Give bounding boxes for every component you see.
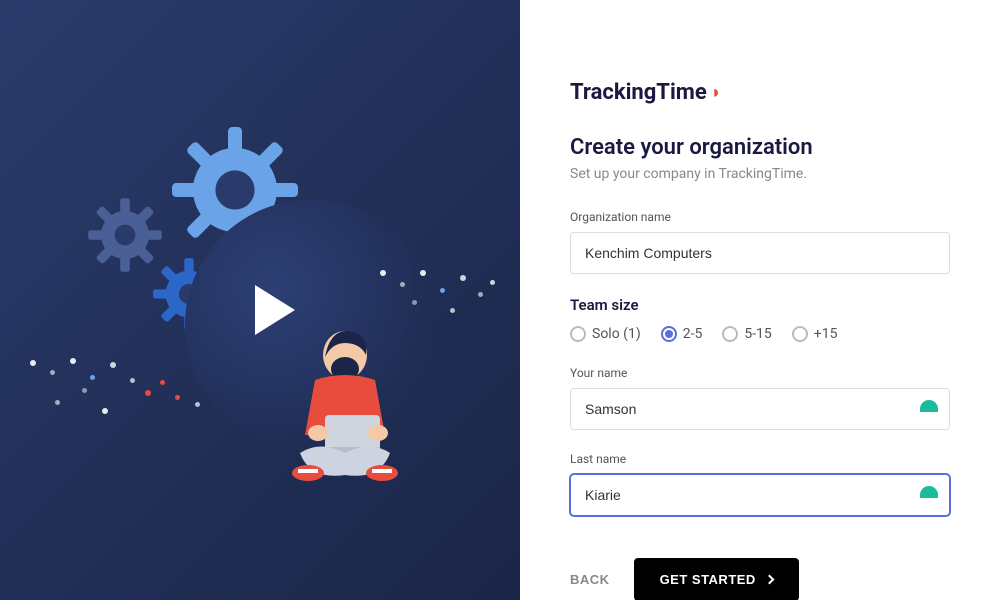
team-size-label: Team size bbox=[570, 296, 950, 314]
org-name-input[interactable] bbox=[570, 232, 950, 274]
firstname-input[interactable] bbox=[570, 388, 950, 430]
team-size-option-label: 5-15 bbox=[744, 326, 771, 342]
page-title: Create your organization bbox=[570, 135, 950, 160]
team-size-option-label: 2-5 bbox=[683, 326, 703, 342]
team-size-option-5-15[interactable]: 5-15 bbox=[722, 326, 771, 342]
form-panel: TrackingTime ◗ Create your organization … bbox=[520, 0, 1000, 600]
autofill-icon bbox=[920, 400, 938, 412]
team-size-group: Solo (1) 2-5 5-15 +15 bbox=[570, 326, 950, 342]
chevron-right-icon bbox=[764, 575, 774, 585]
lastname-input[interactable] bbox=[570, 474, 950, 516]
lastname-label: Last name bbox=[570, 452, 950, 466]
team-size-option-label: Solo (1) bbox=[592, 326, 641, 342]
get-started-label: GET STARTED bbox=[660, 572, 756, 587]
illustration-panel bbox=[0, 0, 520, 600]
page-subtitle: Set up your company in TrackingTime. bbox=[570, 166, 950, 182]
team-size-option-solo[interactable]: Solo (1) bbox=[570, 326, 641, 342]
get-started-button[interactable]: GET STARTED bbox=[634, 558, 799, 600]
autofill-icon bbox=[920, 486, 938, 498]
brand-accent-icon: ◗ bbox=[711, 82, 722, 103]
firstname-label: Your name bbox=[570, 366, 950, 380]
org-name-label: Organization name bbox=[570, 210, 950, 224]
person-illustration bbox=[270, 325, 450, 525]
brand-logo: TrackingTime ◗ bbox=[570, 80, 950, 105]
brand-name: TrackingTime bbox=[570, 80, 707, 105]
team-size-option-15plus[interactable]: +15 bbox=[792, 326, 838, 342]
team-size-option-2-5[interactable]: 2-5 bbox=[661, 326, 703, 342]
team-size-option-label: +15 bbox=[814, 326, 838, 342]
back-button[interactable]: BACK bbox=[570, 572, 610, 587]
